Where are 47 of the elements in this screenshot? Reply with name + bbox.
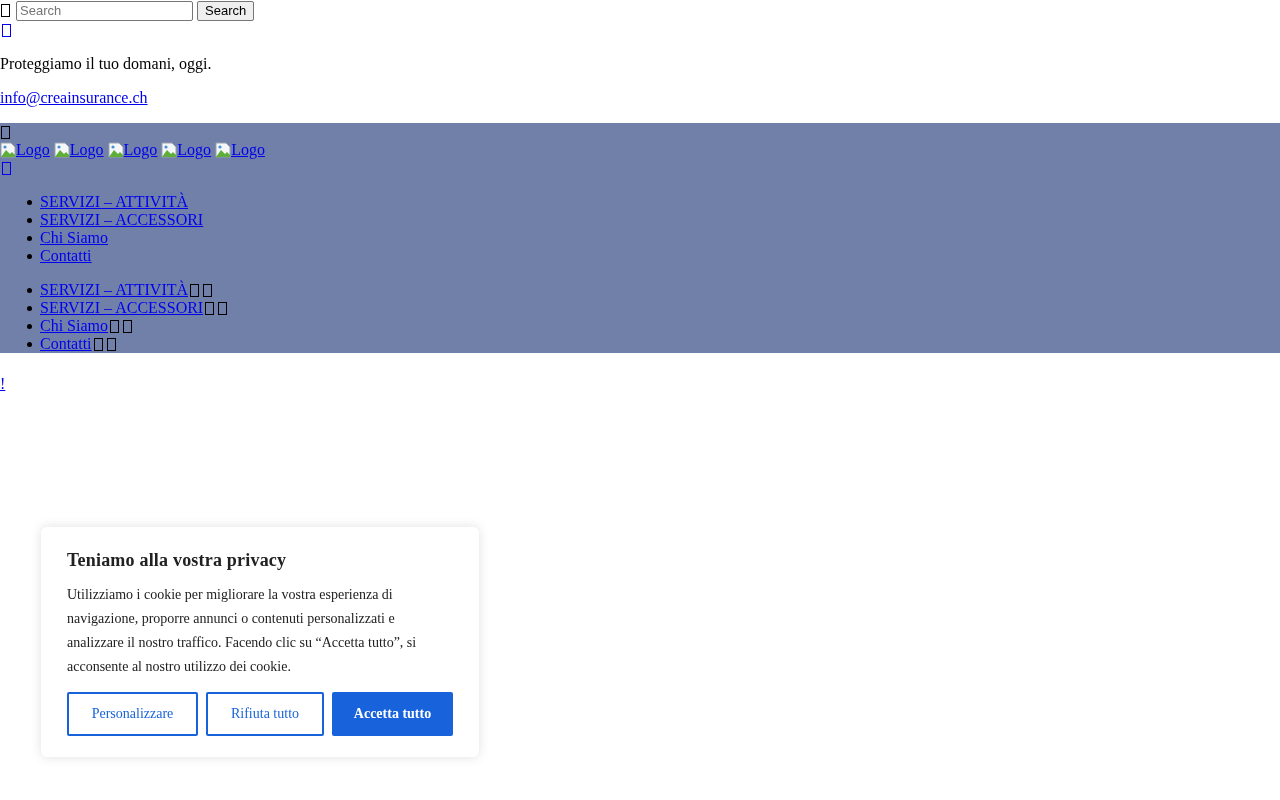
bullet-icon — [27, 342, 32, 347]
missing-glyph-icon — [110, 319, 119, 333]
bullet-icon — [27, 306, 32, 311]
broken-image-icon — [53, 142, 70, 158]
missing-glyph-icon — [205, 301, 215, 315]
logo-link[interactable]: Logo — [53, 141, 104, 159]
exclamation-link[interactable]: ! — [0, 375, 6, 392]
tagline-text: Proteggiamo il tuo domani, oggi. — [0, 55, 213, 73]
bullet-icon — [27, 200, 32, 205]
bullet-icon — [27, 254, 32, 259]
menu-link[interactable]: Contatti — [40, 247, 92, 265]
missing-glyph-icon — [93, 337, 103, 351]
broken-image-icon — [161, 142, 178, 158]
menu-link[interactable]: Contatti — [40, 335, 92, 353]
broken-image-icon — [0, 142, 16, 158]
banner-button[interactable]: Accetta tutto — [332, 692, 453, 736]
logo-link[interactable]: Logo — [215, 141, 265, 159]
bullet-icon — [27, 236, 32, 241]
menu-link[interactable]: SERVIZI – ATTIVITÀ — [40, 281, 189, 299]
bullet-icon — [27, 288, 32, 293]
banner-title: Teniamo alla vostra privacy — [67, 549, 288, 571]
missing-glyph-icon — [106, 337, 116, 351]
broken-image-icon — [215, 142, 232, 158]
menu-link[interactable]: SERVIZI – ATTIVITÀ — [40, 193, 189, 211]
menu-link[interactable]: SERVIZI – ACCESSORI — [40, 211, 204, 229]
search-button[interactable]: Search — [197, 0, 255, 21]
missing-glyph-icon — [203, 283, 213, 297]
banner-button[interactable]: Personalizzare — [67, 692, 198, 736]
broken-image-icon — [107, 142, 124, 158]
search-field[interactable]: Search — [16, 0, 193, 21]
missing-glyph-icon — [1, 4, 10, 17]
missing-glyph-icon[interactable] — [2, 24, 11, 37]
menu-link[interactable]: SERVIZI – ACCESSORI — [40, 299, 204, 317]
missing-glyph-icon — [190, 283, 200, 297]
missing-glyph-icon — [1, 126, 10, 139]
missing-glyph-icon — [123, 319, 132, 333]
missing-glyph-icon — [218, 301, 228, 315]
menu-link[interactable]: Chi Siamo — [40, 317, 108, 335]
bullet-icon — [27, 324, 32, 329]
banner-button[interactable]: Rifiuta tutto — [206, 692, 324, 736]
banner-text: Utilizziamo i cookie per migliorare la vostra esperienza di navigazione, proporre annunci o contenuti personalizzati e analizzare il nostro traffico. Facendo clic su “Accetta tutto”, si acconsente al nostro utilizzo dei cookie. — [67, 586, 418, 676]
email-link[interactable]: info@creainsurance.ch — [0, 89, 148, 106]
menu-link[interactable]: Chi Siamo — [40, 229, 108, 247]
logo-link[interactable]: Logo — [107, 141, 158, 159]
bullet-icon — [27, 218, 32, 223]
logo-link[interactable]: Logo — [0, 141, 50, 159]
logo-link[interactable]: Logo — [161, 141, 212, 159]
